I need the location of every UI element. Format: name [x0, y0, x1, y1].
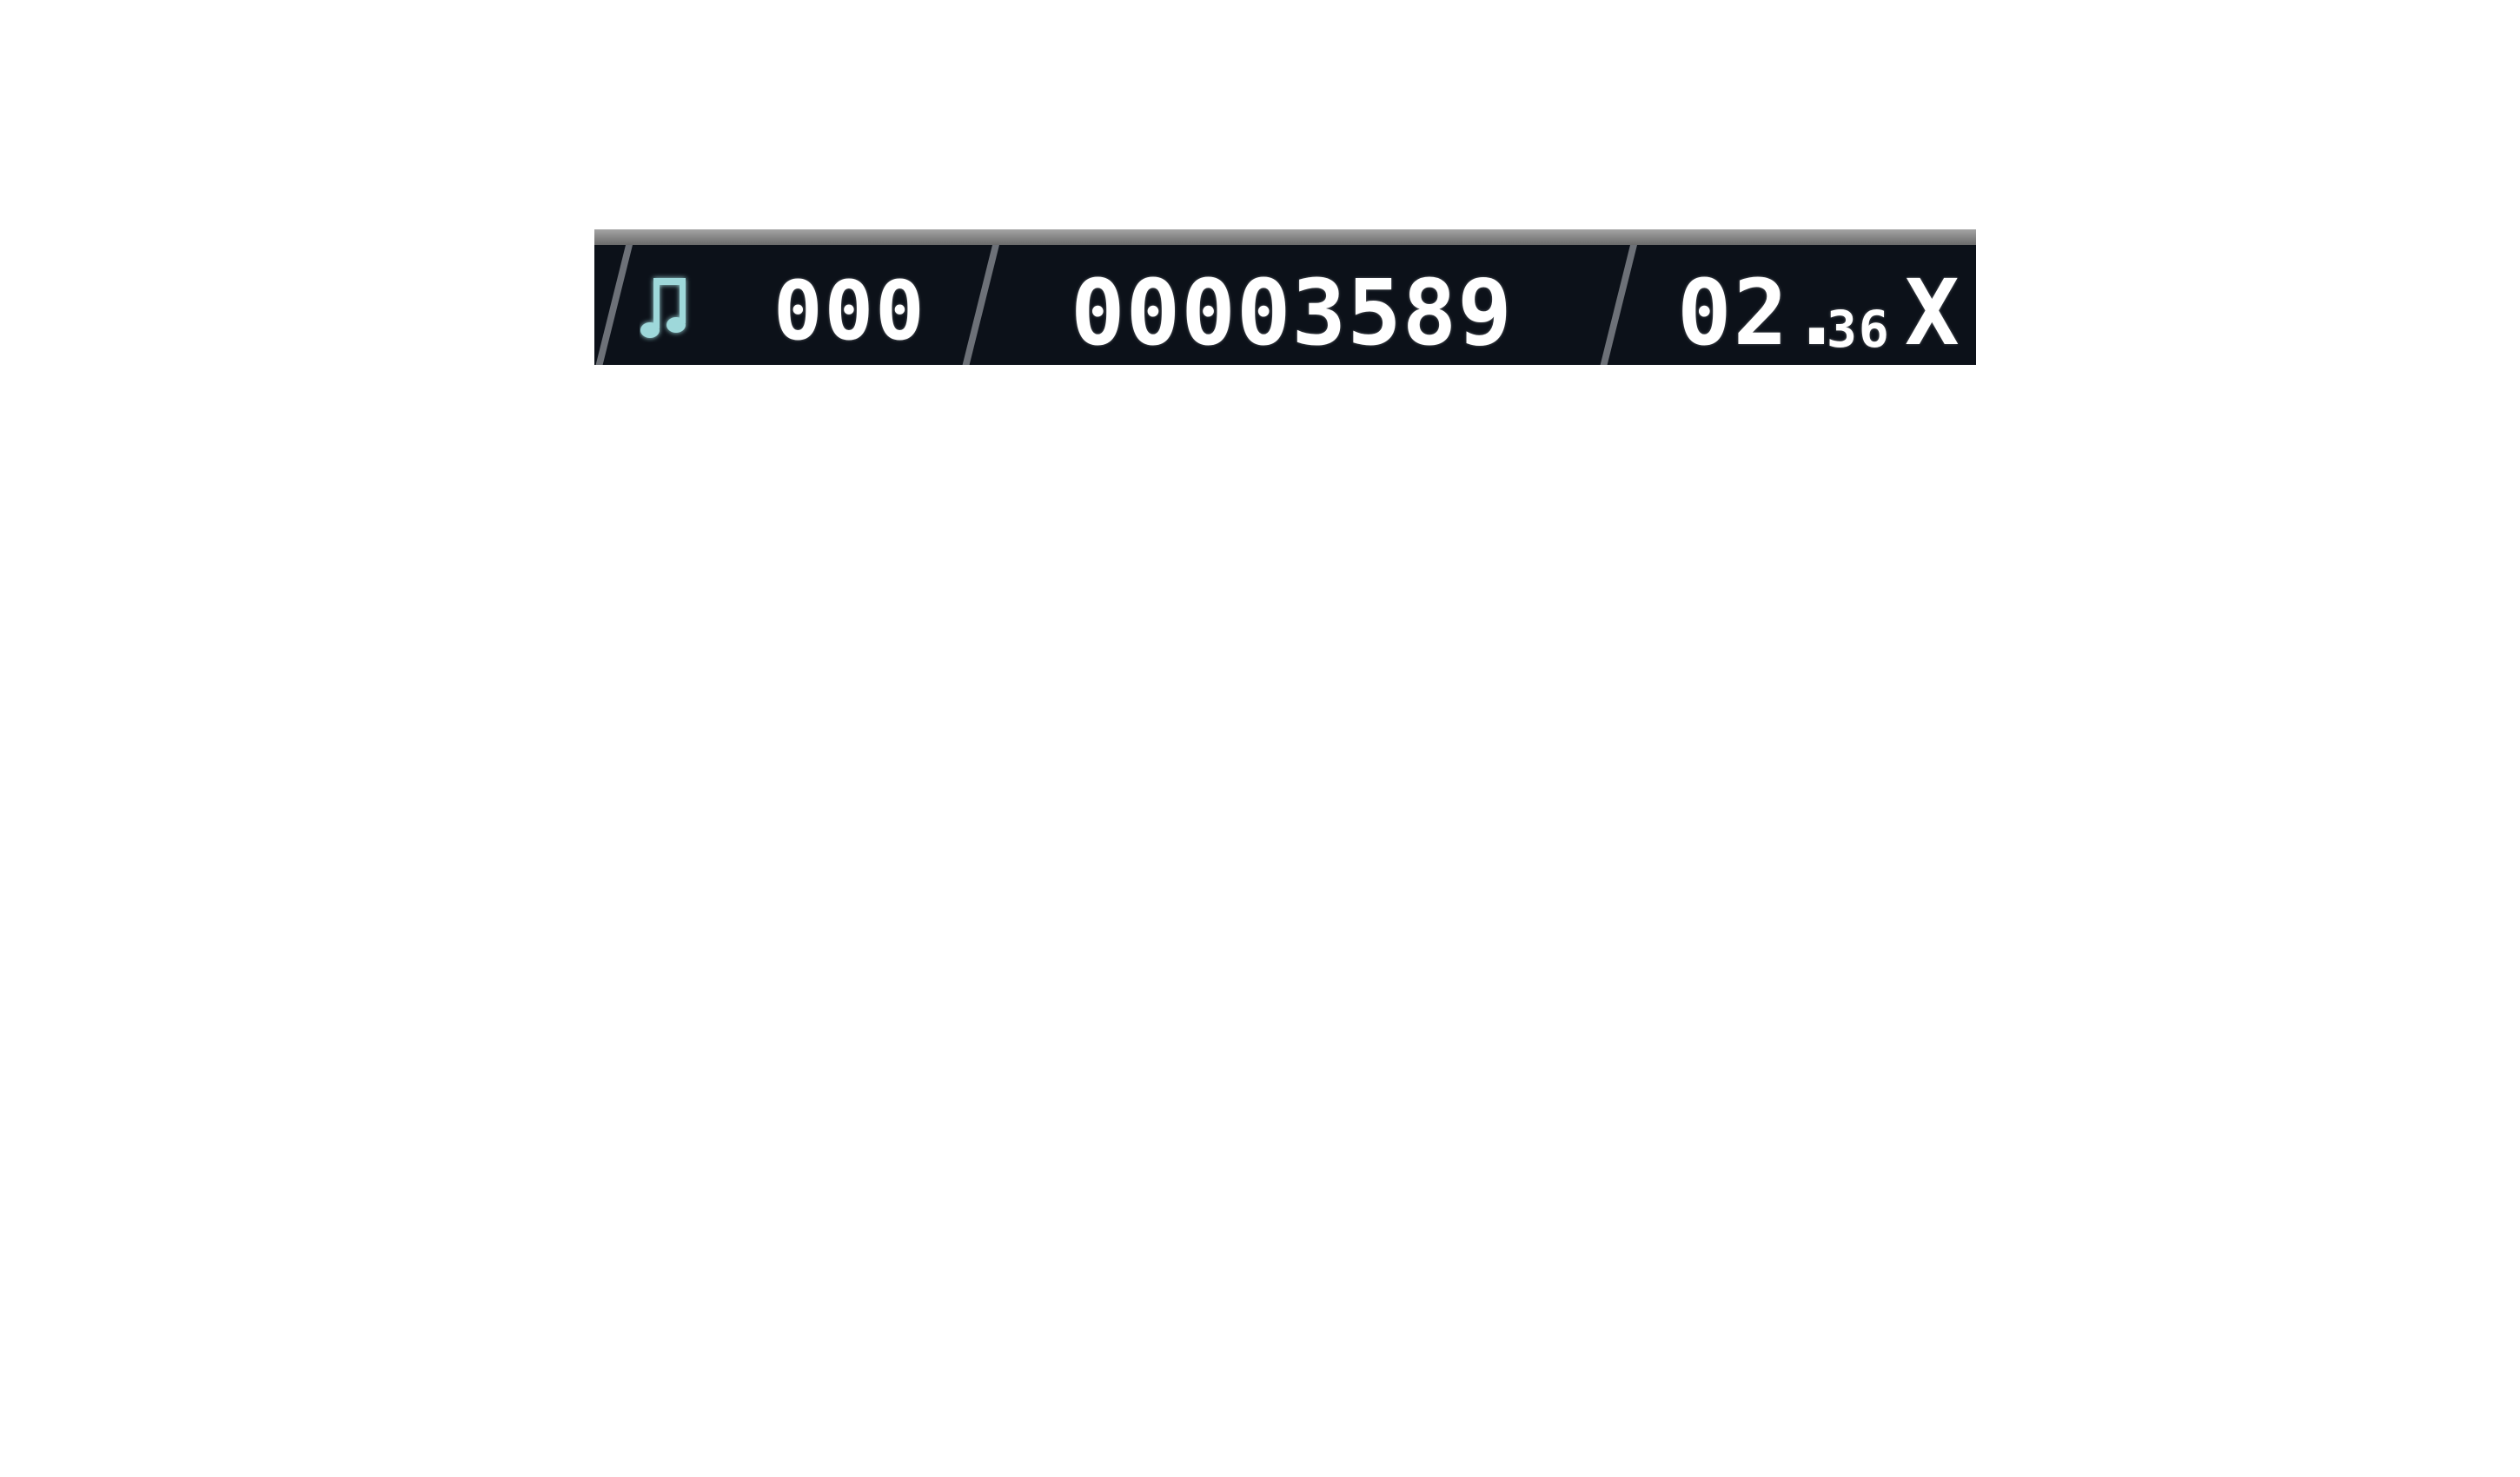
hud-divider-right — [1597, 245, 1637, 365]
hud-top-strip — [594, 229, 1976, 245]
multiplier-fraction: 36 — [1827, 300, 1891, 359]
hud-divider-left — [594, 245, 633, 365]
score-counter: 00003589 — [1071, 260, 1513, 365]
hud-divider-middle — [959, 245, 999, 365]
multiplier-suffix: X — [1905, 260, 1961, 365]
multiplier-integer: 02. — [1677, 260, 1846, 365]
hud-status-bar: 000 00003589 02. 36 X — [594, 229, 1976, 365]
combo-counter: 000 — [773, 264, 926, 359]
music-note-icon — [640, 278, 686, 338]
